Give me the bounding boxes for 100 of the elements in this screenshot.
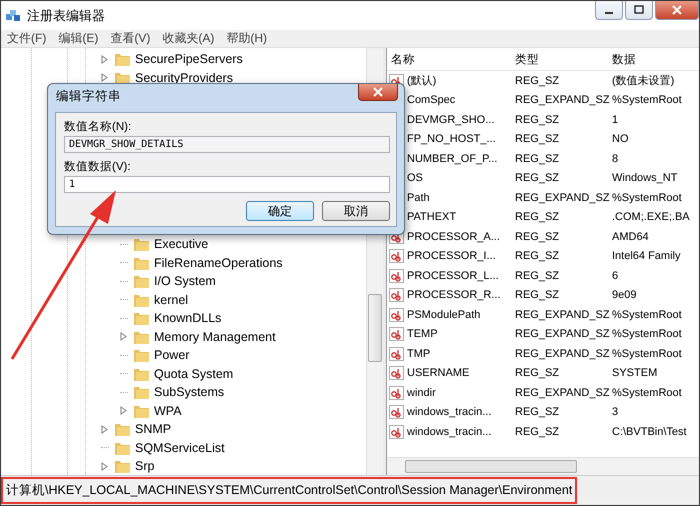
string-value-icon	[389, 268, 404, 283]
value-data: (数值未设置)	[612, 74, 676, 88]
maximize-button[interactable]	[625, 1, 653, 20]
tree-item[interactable]: kernel	[154, 292, 188, 307]
close-icon	[672, 5, 682, 15]
tree-item[interactable]: FileRenameOperations	[154, 256, 283, 270]
column-header[interactable]: 名称	[387, 52, 515, 66]
value-data: 3	[612, 406, 620, 418]
menu-item[interactable]: 编辑(E)	[58, 30, 98, 47]
folder-icon	[115, 52, 130, 66]
close-icon	[373, 87, 383, 97]
expand-arrow-icon[interactable]	[101, 462, 109, 471]
value-name[interactable]: PSModulePath	[407, 308, 480, 321]
value-data: C:\BVTBin\Test	[612, 426, 688, 438]
folder-icon	[134, 311, 149, 326]
value-name[interactable]: windir	[407, 386, 436, 399]
status-bar-path: 计算机\HKEY_LOCAL_MACHINE\SYSTEM\CurrentControlSet\Control\Session Manager\Environment	[1, 477, 578, 504]
folder-icon	[134, 348, 149, 362]
value-name[interactable]: USERNAME	[407, 367, 470, 380]
menu-item[interactable]: 收藏夹(A)	[162, 30, 214, 47]
tree-item[interactable]: Memory Management	[154, 330, 276, 344]
value-name[interactable]: DEVMGR_SHO...	[407, 114, 494, 126]
tree-item[interactable]: I/O System	[154, 274, 216, 288]
value-type: REG_EXPAND_SZ	[515, 308, 611, 321]
expand-arrow-icon[interactable]	[101, 73, 109, 82]
tree-item[interactable]: Quota System	[154, 366, 234, 381]
value-type: REG_SZ	[515, 289, 560, 302]
close-button[interactable]	[358, 84, 398, 101]
expand-arrow-icon[interactable]	[101, 424, 109, 434]
value-data: 8	[612, 152, 620, 165]
horizontal-scrollbar[interactable]	[387, 457, 699, 475]
value-type: REG_SZ	[515, 270, 560, 282]
value-type: REG_EXPAND_SZ	[515, 94, 611, 106]
string-value-icon	[389, 249, 404, 264]
menu-item[interactable]: 帮助(H)	[226, 30, 267, 47]
tree-item[interactable]: SNMP	[135, 422, 172, 436]
value-data: 9e09	[612, 289, 638, 302]
expand-arrow-icon[interactable]	[120, 332, 128, 342]
value-name[interactable]: PROCESSOR_A...	[407, 230, 500, 243]
value-name[interactable]: (默认)	[407, 73, 436, 88]
string-value-icon	[389, 424, 404, 439]
string-value-icon	[389, 288, 404, 302]
value-type: REG_EXPAND_SZ	[515, 348, 611, 360]
value-name[interactable]: windows_tracin...	[407, 406, 492, 418]
value-name[interactable]: TMP	[407, 348, 430, 360]
value-name-field[interactable]: DEVMGR_SHOW_DETAILS	[64, 136, 390, 153]
tree-item[interactable]: Executive	[154, 237, 208, 252]
value-data: SYSTEM	[612, 367, 658, 380]
tree-item[interactable]: Power	[154, 348, 190, 362]
menu-item[interactable]: 查看(V)	[110, 30, 150, 47]
value-name[interactable]: NUMBER_OF_P...	[407, 152, 498, 165]
value-name[interactable]: TEMP	[407, 328, 438, 340]
registry-icon	[5, 8, 21, 24]
tree-item[interactable]: WPA	[154, 404, 182, 418]
menu-item[interactable]: 文件(F)	[7, 30, 46, 47]
value-name[interactable]: ComSpec	[407, 94, 456, 106]
cancel-button[interactable]: 取消	[322, 201, 390, 221]
value-name[interactable]: Path	[407, 192, 430, 204]
value-name[interactable]: OS	[407, 172, 423, 184]
value-name[interactable]: windows_tracin...	[407, 426, 492, 438]
tree-item[interactable]: SecurityProviders	[135, 70, 233, 85]
string-value-icon	[389, 308, 404, 322]
string-value-icon	[389, 327, 404, 342]
value-data-field[interactable]: 1	[64, 176, 390, 193]
value-data: AMD64	[612, 230, 650, 243]
folder-icon	[134, 330, 149, 344]
column-header[interactable]: 类型	[515, 52, 612, 66]
tree-item[interactable]: SubSystems	[154, 385, 224, 400]
maximize-icon	[634, 5, 644, 15]
value-data: Windows_NT	[612, 172, 678, 184]
tree-item[interactable]: KnownDLLs	[154, 311, 222, 326]
value-name[interactable]: PROCESSOR_L...	[407, 270, 499, 282]
string-value-icon	[389, 366, 404, 380]
string-value-icon	[389, 346, 404, 361]
close-button[interactable]	[655, 1, 699, 20]
expand-arrow-icon[interactable]	[120, 406, 128, 416]
string-value-icon	[389, 386, 404, 400]
column-header[interactable]: 数据	[612, 52, 699, 66]
value-name[interactable]: PROCESSOR_I...	[407, 250, 496, 262]
value-name[interactable]: PATHEXT	[407, 211, 456, 224]
ok-button[interactable]: 确定	[246, 201, 314, 221]
minimize-button[interactable]	[595, 1, 623, 20]
folder-icon	[134, 366, 149, 381]
value-data: %SystemRoot	[612, 192, 683, 204]
value-data: %SystemRoot	[612, 386, 683, 399]
value-type: REG_SZ	[515, 211, 560, 224]
expand-arrow-icon[interactable]	[101, 54, 109, 64]
minimize-icon	[605, 12, 613, 14]
folder-icon	[115, 422, 130, 436]
tree-item[interactable]: Srp	[135, 459, 154, 474]
tree-item[interactable]: SecurePipeServers	[135, 52, 243, 66]
value-data: Intel64 Family	[612, 250, 682, 262]
folder-icon	[134, 404, 149, 418]
value-data: 6	[612, 270, 620, 282]
value-type: REG_SZ	[515, 74, 560, 87]
value-name[interactable]: FP_NO_HOST_...	[407, 133, 496, 146]
tree-item[interactable]: SQMServiceList	[135, 440, 225, 455]
dialog-title: 编辑字符串	[56, 88, 121, 104]
value-name[interactable]: PROCESSOR_R...	[407, 289, 501, 302]
value-data: NO	[612, 133, 630, 146]
